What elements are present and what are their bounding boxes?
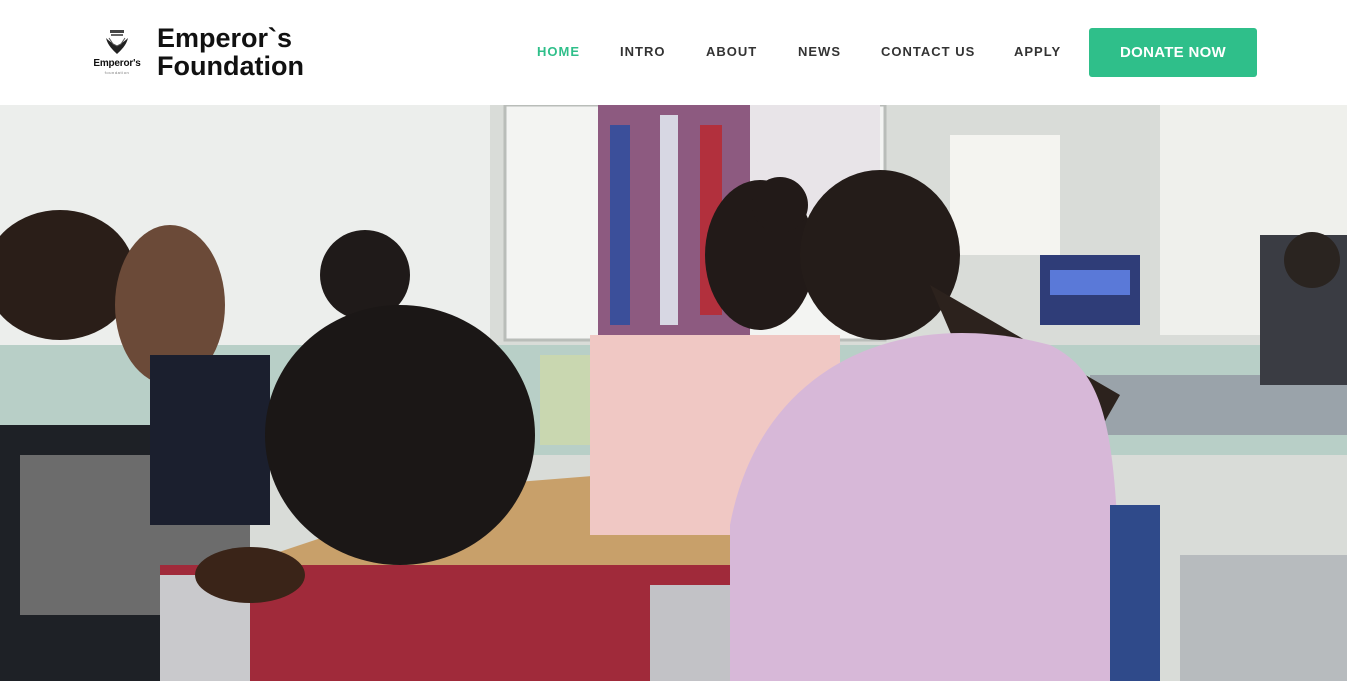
nav-contact-us[interactable]: CONTACT US xyxy=(881,44,975,60)
nav-about[interactable]: ABOUT xyxy=(706,44,757,60)
nav-news[interactable]: NEWS xyxy=(798,44,841,60)
site-header: Emperor's foundation Emperor`s Foundatio… xyxy=(0,0,1347,105)
hero-classroom-image xyxy=(0,105,1347,681)
site-title-line1: Emperor`s xyxy=(157,23,293,53)
logo-text: Emperor's xyxy=(93,58,141,69)
nav-apply[interactable]: APPLY xyxy=(1014,44,1061,60)
nav-intro[interactable]: INTRO xyxy=(620,44,665,60)
foundation-logo[interactable]: Emperor's foundation xyxy=(89,26,145,76)
hands-book-icon xyxy=(106,30,128,54)
donate-now-button[interactable]: DONATE NOW xyxy=(1089,28,1257,77)
logo-subtext: foundation xyxy=(104,70,130,75)
classroom-photo-illustration xyxy=(0,105,1347,681)
nav-home[interactable]: HOME xyxy=(537,44,580,60)
site-title[interactable]: Emperor`s Foundation xyxy=(157,24,304,80)
site-title-line2: Foundation xyxy=(157,51,304,81)
